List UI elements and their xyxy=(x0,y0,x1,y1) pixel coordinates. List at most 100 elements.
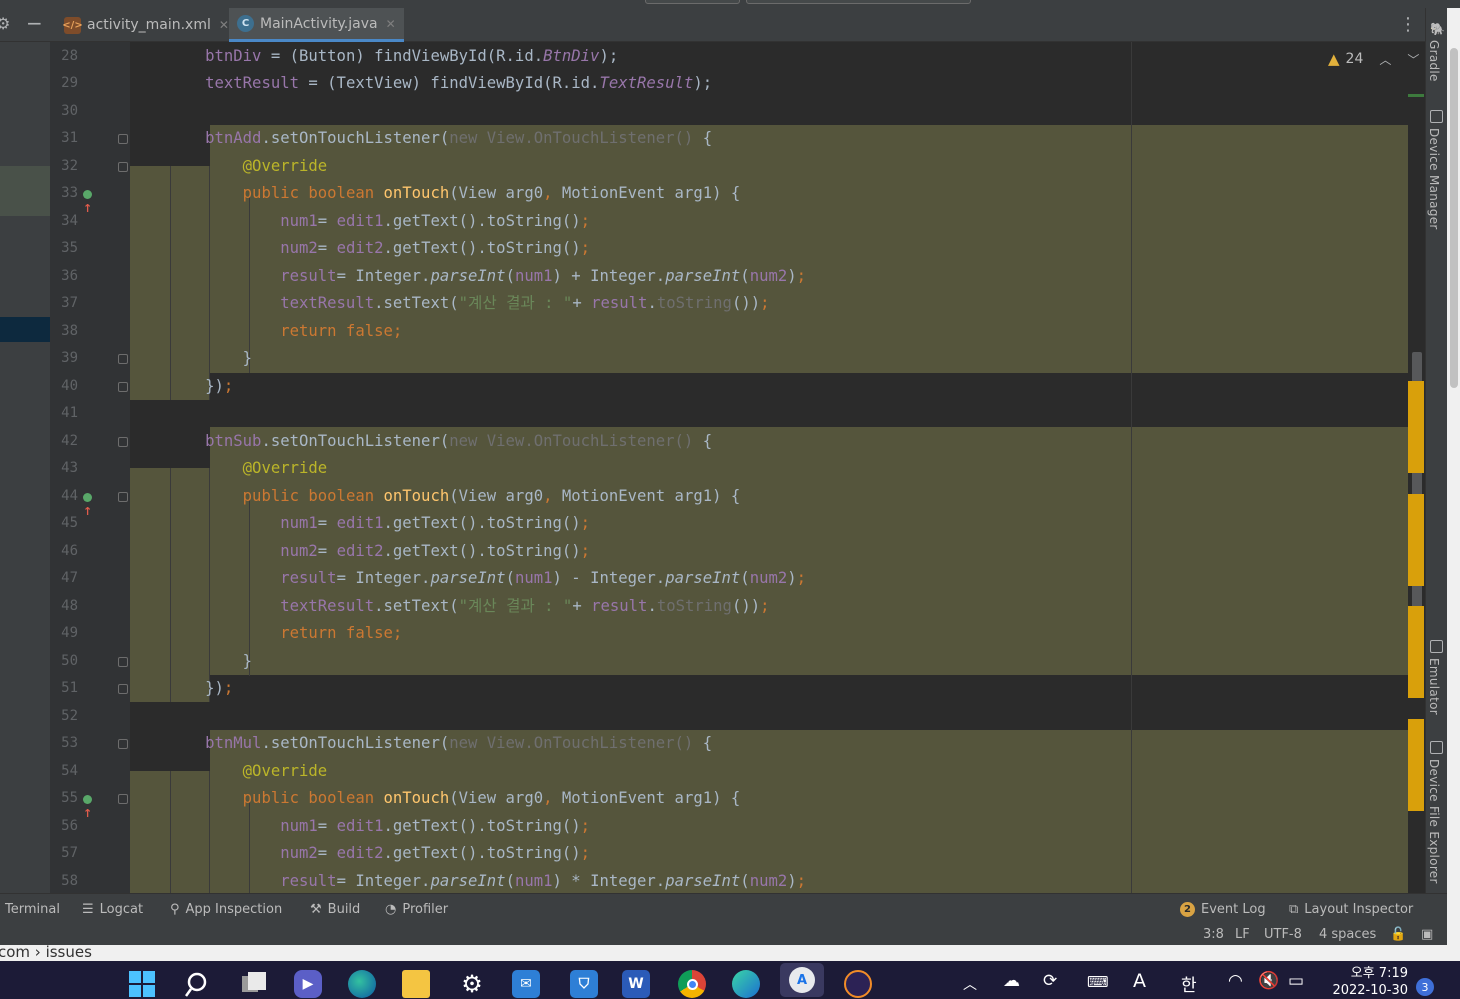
code-line[interactable]: num2= edit2.getText().toString(); xyxy=(130,840,590,868)
fold-marker-icon[interactable] xyxy=(118,161,128,172)
fold-marker-icon[interactable] xyxy=(118,436,128,447)
caret-position[interactable]: 3:8 xyxy=(1203,927,1224,942)
gear-icon[interactable]: ⚙ xyxy=(0,14,10,33)
chevron-up-icon[interactable]: ︿ xyxy=(963,974,977,994)
run-config-dropdown[interactable] xyxy=(645,0,740,4)
warning-stripe-mark[interactable] xyxy=(1408,606,1424,698)
code-line[interactable]: }); xyxy=(130,675,233,703)
fold-marker-icon[interactable] xyxy=(118,794,128,804)
code-line[interactable]: textResult = (TextView) findViewById(R.i… xyxy=(130,70,712,98)
event-log-tool-button[interactable]: 2 Event Log xyxy=(1180,894,1266,924)
code-line[interactable]: } xyxy=(130,648,252,676)
outer-scrollbar-thumb[interactable] xyxy=(1450,48,1458,388)
code-line[interactable]: result= Integer.parseInt(num1) * Integer… xyxy=(130,868,806,894)
override-method-icon[interactable]: ↑ xyxy=(83,187,99,215)
code-line[interactable]: @Override xyxy=(130,455,328,483)
search-icon[interactable] xyxy=(185,970,213,998)
outer-scrollbar[interactable] xyxy=(1447,8,1460,945)
code-line[interactable]: textResult.setText("계산 결과 : "+ result.to… xyxy=(130,593,769,621)
code-line[interactable]: public boolean onTouch(View arg0, Motion… xyxy=(130,180,741,208)
code-line[interactable]: num1= edit1.getText().toString(); xyxy=(130,813,590,841)
code-line[interactable]: btnSub.setOnTouchListener(new View.OnTou… xyxy=(130,428,712,456)
system-clock[interactable]: 오후 7:19 2022-10-30 xyxy=(1322,965,1408,999)
windows-start-icon[interactable] xyxy=(128,970,156,998)
warning-stripe-mark[interactable] xyxy=(1408,719,1424,811)
override-method-icon[interactable]: ↑ xyxy=(83,490,99,518)
chrome-icon[interactable] xyxy=(678,970,706,998)
keyboard-icon[interactable]: ⌨ xyxy=(1087,973,1109,991)
emulator-tool-button[interactable]: Emulator xyxy=(1427,658,1441,715)
chevron-up-icon[interactable]: ︿ xyxy=(1379,51,1391,68)
code-line[interactable]: num1= edit1.getText().toString(); xyxy=(130,510,590,538)
more-options-icon[interactable]: ⋮ xyxy=(1399,14,1417,35)
code-line[interactable]: public boolean onTouch(View arg0, Motion… xyxy=(130,483,741,511)
code-line[interactable]: @Override xyxy=(130,153,328,181)
indent-setting[interactable]: 4 spaces xyxy=(1319,927,1376,942)
word-icon[interactable]: W xyxy=(622,970,650,998)
fold-marker-icon[interactable] xyxy=(118,381,128,392)
battery-icon[interactable]: ▭ xyxy=(1288,971,1304,991)
chevron-down-icon[interactable]: ﹀ xyxy=(1407,51,1419,68)
fold-marker-icon[interactable] xyxy=(118,684,128,694)
settings-icon[interactable]: ⚙ xyxy=(458,970,486,998)
code-line[interactable]: num2= edit2.getText().toString(); xyxy=(130,538,590,566)
warning-stripe-mark[interactable] xyxy=(1408,381,1424,473)
fold-marker-icon[interactable] xyxy=(118,656,128,667)
gradle-tool-button[interactable]: Gradle xyxy=(1427,40,1441,82)
logcat-tool-button[interactable]: ☰ Logcat xyxy=(82,894,143,924)
android-studio-icon[interactable]: A xyxy=(780,963,824,997)
code-line[interactable]: @Override xyxy=(130,758,328,786)
tab-activity-main-xml[interactable]: </> activity_main.xml ✕ xyxy=(56,8,237,42)
code-line[interactable]: btnAdd.setOnTouchListener(new View.OnTou… xyxy=(130,125,712,153)
build-tool-button[interactable]: ⚒ Build xyxy=(310,894,360,924)
close-icon[interactable]: ✕ xyxy=(386,17,396,31)
refresh-icon[interactable]: ⟳ xyxy=(1043,971,1057,991)
terminal-tool-button[interactable]: Terminal xyxy=(5,894,60,924)
notification-badge[interactable]: 3 xyxy=(1416,978,1434,996)
fold-marker-icon[interactable] xyxy=(118,491,128,502)
cloud-sync-icon[interactable]: ☁ xyxy=(1003,971,1020,991)
minimize-icon[interactable]: − xyxy=(26,11,43,35)
app-inspection-tool-button[interactable]: ⚲ App Inspection xyxy=(170,894,282,924)
device-manager-tool-button[interactable]: Device Manager xyxy=(1427,128,1441,230)
code-line[interactable]: return false; xyxy=(130,620,402,648)
code-line[interactable]: textResult.setText("계산 결과 : "+ result.to… xyxy=(130,290,769,318)
mail-icon[interactable]: ✉ xyxy=(512,970,540,998)
code-line[interactable]: num2= edit2.getText().toString(); xyxy=(130,235,590,263)
task-view-icon[interactable] xyxy=(240,970,268,998)
device-file-explorer-tool-button[interactable]: Device File Explorer xyxy=(1427,759,1441,884)
lock-icon[interactable]: 🔓 xyxy=(1390,927,1406,942)
code-line[interactable]: } xyxy=(130,345,252,373)
notifications-icon[interactable]: ▣ xyxy=(1421,927,1433,942)
code-line[interactable]: result= Integer.parseInt(num1) + Integer… xyxy=(130,263,806,291)
eclipse-icon[interactable] xyxy=(844,970,872,998)
code-editor[interactable]: btnDiv = (Button) findViewById(R.id.BtnD… xyxy=(130,42,1425,893)
code-line[interactable]: num1= edit1.getText().toString(); xyxy=(130,208,590,236)
file-explorer-icon[interactable] xyxy=(402,970,430,998)
close-icon[interactable]: ✕ xyxy=(219,18,229,32)
code-line[interactable]: }); xyxy=(130,373,233,401)
store-icon[interactable]: ⛉ xyxy=(570,970,598,998)
app-icon[interactable] xyxy=(732,970,760,998)
speaker-muted-icon[interactable]: 🔇 xyxy=(1258,971,1279,991)
warning-stripe-mark[interactable] xyxy=(1408,494,1424,586)
code-line[interactable]: public boolean onTouch(View arg0, Motion… xyxy=(130,785,741,813)
override-method-icon[interactable]: ↑ xyxy=(83,792,99,820)
code-line[interactable]: btnDiv = (Button) findViewById(R.id.BtnD… xyxy=(130,43,618,71)
wifi-icon[interactable]: ◠ xyxy=(1228,971,1243,991)
device-dropdown[interactable] xyxy=(746,0,971,4)
profiler-tool-button[interactable]: ◔ Profiler xyxy=(385,894,448,924)
edge-browser-icon[interactable] xyxy=(348,970,376,998)
code-line[interactable]: result= Integer.parseInt(num1) - Integer… xyxy=(130,565,806,593)
code-line[interactable]: btnMul.setOnTouchListener(new View.OnTou… xyxy=(130,730,712,758)
code-line[interactable]: return false; xyxy=(130,318,402,346)
layout-inspector-tool-button[interactable]: ⧉ Layout Inspector xyxy=(1289,894,1413,924)
teams-chat-icon[interactable]: ▶ xyxy=(294,970,322,998)
file-encoding[interactable]: UTF-8 xyxy=(1264,927,1302,942)
fold-marker-icon[interactable] xyxy=(118,354,128,364)
fold-marker-icon[interactable] xyxy=(118,134,128,144)
inspection-widget[interactable]: ▲ 24 ︿ ﹀ xyxy=(1328,50,1419,68)
tab-main-activity-java[interactable]: C MainActivity.java ✕ xyxy=(229,8,404,42)
hangul-mode[interactable]: 한 xyxy=(1181,971,1197,996)
ime-mode[interactable]: A xyxy=(1133,970,1146,992)
